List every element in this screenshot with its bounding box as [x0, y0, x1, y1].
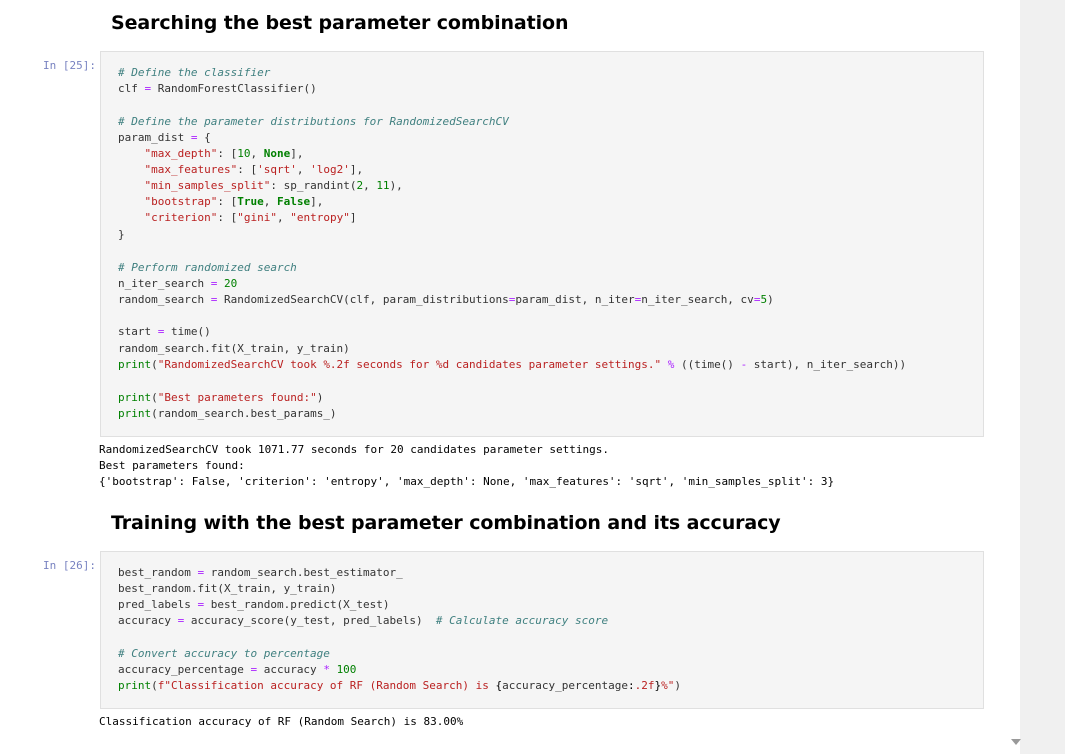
output-line: RandomizedSearchCV took 1071.77 seconds …	[99, 443, 609, 456]
output-line: {'bootstrap': False, 'criterion': 'entro…	[99, 475, 835, 488]
code-line: # Perform randomized search	[118, 261, 297, 274]
code-line: print(random_search.best_params_)	[118, 407, 337, 420]
section-heading-search: Searching the best parameter combination	[111, 12, 569, 34]
code-line: random_search.fit(X_train, y_train)	[118, 342, 350, 355]
code-cell-26[interactable]: best_random = random_search.best_estimat…	[100, 551, 984, 709]
code-line: pred_labels = best_random.predict(X_test…	[118, 598, 390, 611]
code-line: # Define the parameter distributions for…	[118, 115, 509, 128]
code-line: # Define the classifier	[118, 66, 271, 79]
code-line: print("RandomizedSearchCV took %.2f seco…	[118, 358, 907, 371]
code-line: }	[118, 228, 125, 241]
code-line: start = time()	[118, 325, 211, 338]
code-line: n_iter_search = 20	[118, 277, 238, 290]
section-heading-training: Training with the best parameter combina…	[111, 512, 781, 534]
code-line: "max_features": ['sqrt', 'log2'],	[144, 163, 364, 176]
code-line: best_random.fit(X_train, y_train)	[118, 582, 337, 595]
triangle-down-icon[interactable]	[1011, 739, 1021, 745]
code-line: "max_depth": [10, None],	[144, 147, 304, 160]
code-line: print(f"Classification accuracy of RF (R…	[118, 679, 681, 692]
code-line: "bootstrap": [True, False],	[144, 195, 324, 208]
code-line: clf = RandomForestClassifier()	[118, 82, 317, 95]
code-line: "min_samples_split": sp_randint(2, 11),	[144, 179, 403, 192]
code-line: "criterion": ["gini", "entropy"]	[144, 211, 357, 224]
code-line: print("Best parameters found:")	[118, 391, 324, 404]
code-line: accuracy_percentage = accuracy * 100	[118, 663, 357, 676]
code-cell-25[interactable]: # Define the classifier clf = RandomFore…	[100, 51, 984, 437]
code-line: param_dist = {	[118, 131, 211, 144]
code-line: accuracy = accuracy_score(y_test, pred_l…	[118, 614, 609, 627]
cell-prompt-25: In [25]:	[43, 59, 96, 72]
code-line: random_search = RandomizedSearchCV(clf, …	[118, 293, 774, 306]
code-line: # Convert accuracy to percentage	[118, 647, 330, 660]
scroll-gutter[interactable]	[1020, 0, 1065, 754]
code-line: best_random = random_search.best_estimat…	[118, 566, 403, 579]
notebook-area: Searching the best parameter combination…	[0, 0, 1020, 754]
cell-prompt-26: In [26]:	[43, 559, 96, 572]
output-line: Best parameters found:	[99, 459, 245, 472]
output-line: Classification accuracy of RF (Random Se…	[99, 715, 464, 728]
